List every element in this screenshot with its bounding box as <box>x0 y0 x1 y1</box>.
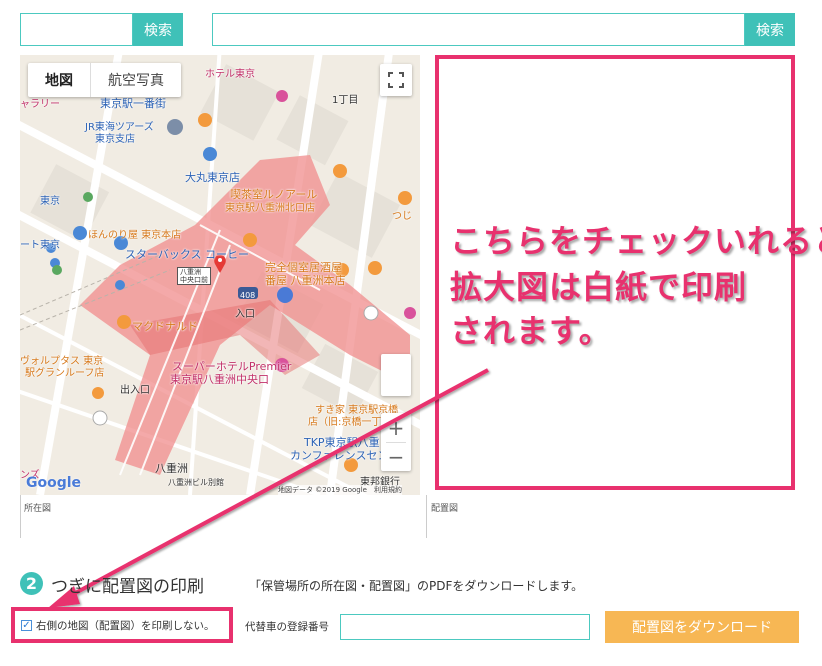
caption-divider <box>426 495 427 538</box>
google-logo[interactable]: Google <box>26 475 81 491</box>
download-layout-button[interactable]: 配置図をダウンロード <box>605 611 799 643</box>
map-label-jr-tokai-2: 東京支店 <box>95 134 135 145</box>
map-label-gallery: ャラリー <box>20 99 60 110</box>
zoom-in-button[interactable]: + <box>388 414 405 442</box>
map-label-daimaru: 大丸東京店 <box>185 171 240 184</box>
left-search-button[interactable]: 検索 <box>133 13 183 46</box>
map-label-super-hotel-2: 東京駅八重洲中央口 <box>170 373 269 386</box>
zoom-control: + − <box>381 413 411 471</box>
right-search-input[interactable] <box>212 13 745 46</box>
map-label-hotel: ホテル東京 <box>205 69 255 80</box>
registration-label: 代替車の登録番号 <box>245 621 329 633</box>
location-caption-border-left <box>20 495 21 538</box>
step-number-badge: 2 <box>20 572 43 595</box>
callout-line-2: 拡大図は白紙で印刷 <box>450 268 748 306</box>
map-label-sukiya-2: 店（旧:京橋一丁目 <box>308 417 392 428</box>
map-label-kanzen-2: 番屋 八重洲本店 <box>265 274 346 287</box>
tab-map[interactable]: 地図 <box>28 63 90 97</box>
map-label-mcdonalds: マクドナルド <box>132 320 198 333</box>
map-graphic <box>20 55 420 495</box>
location-map[interactable]: 東京駅一番街 ャラリー JR東海ツアーズ 東京支店 ホテル東京 1丁目 大丸東京… <box>20 55 420 495</box>
marker-label-line-1: 八重洲 <box>180 268 201 276</box>
layout-map-caption: 配置図 <box>431 504 459 514</box>
step-title: つぎに配置図の印刷 <box>51 577 204 597</box>
map-marker-label: 八重洲 中央口前 <box>177 267 211 285</box>
callout-line-3: されます。 <box>450 312 612 350</box>
checkbox-label[interactable]: 右側の地図（配置図）を印刷しない。 <box>36 618 215 633</box>
map-attribution[interactable]: 地図データ ©2019 Google 利用規約 <box>278 485 402 495</box>
tab-satellite[interactable]: 航空写真 <box>90 63 181 97</box>
left-search-input[interactable] <box>20 13 133 46</box>
map-label-iriguchi: 入口 <box>235 309 255 320</box>
map-label-waltz-2: 駅グランルーフ店 <box>25 368 105 379</box>
map-label-starbucks: スターバックス コーヒー <box>125 248 250 261</box>
map-label-tokyo: 東京 <box>40 196 60 207</box>
map-label-ichibankan: 東京駅一番街 <box>100 97 166 110</box>
map-label-kissa-2: 東京駅八重洲北口店 <box>225 203 315 214</box>
callout-line-1: こちらをチェックいれると <box>450 222 822 260</box>
map-label-tokyo-ekimae: ート東京 <box>20 240 60 251</box>
fullscreen-button[interactable] <box>380 64 412 96</box>
map-label-tsuji: つじ <box>392 211 412 222</box>
zoom-out-button[interactable]: − <box>388 443 405 471</box>
fullscreen-icon <box>388 72 404 88</box>
map-label-honnori: ほんのり屋 東京本店 <box>88 230 182 241</box>
registration-number-input[interactable] <box>340 614 590 640</box>
step-description: 「保管場所の所在図・配置図」のPDFをダウンロードします。 <box>249 579 584 593</box>
map-label-deguchi: 出入口 <box>120 385 150 396</box>
street-view-pegman[interactable] <box>381 354 411 396</box>
map-label-yaesu-building: 八重洲ビル別館 <box>168 478 224 487</box>
map-label-chome: 1丁目 <box>332 95 359 106</box>
map-type-tabs: 地図 航空写真 <box>28 63 181 97</box>
no-print-layout-checkbox[interactable]: ✓ <box>21 620 32 631</box>
right-search-button[interactable]: 検索 <box>745 13 795 46</box>
map-route-number: 408 <box>240 291 256 300</box>
map-pin-icon[interactable] <box>215 255 225 275</box>
marker-label-line-2: 中央口前 <box>180 276 208 284</box>
location-map-caption: 所在図 <box>24 504 52 514</box>
map-label-yaesu: 八重洲 <box>155 462 188 475</box>
